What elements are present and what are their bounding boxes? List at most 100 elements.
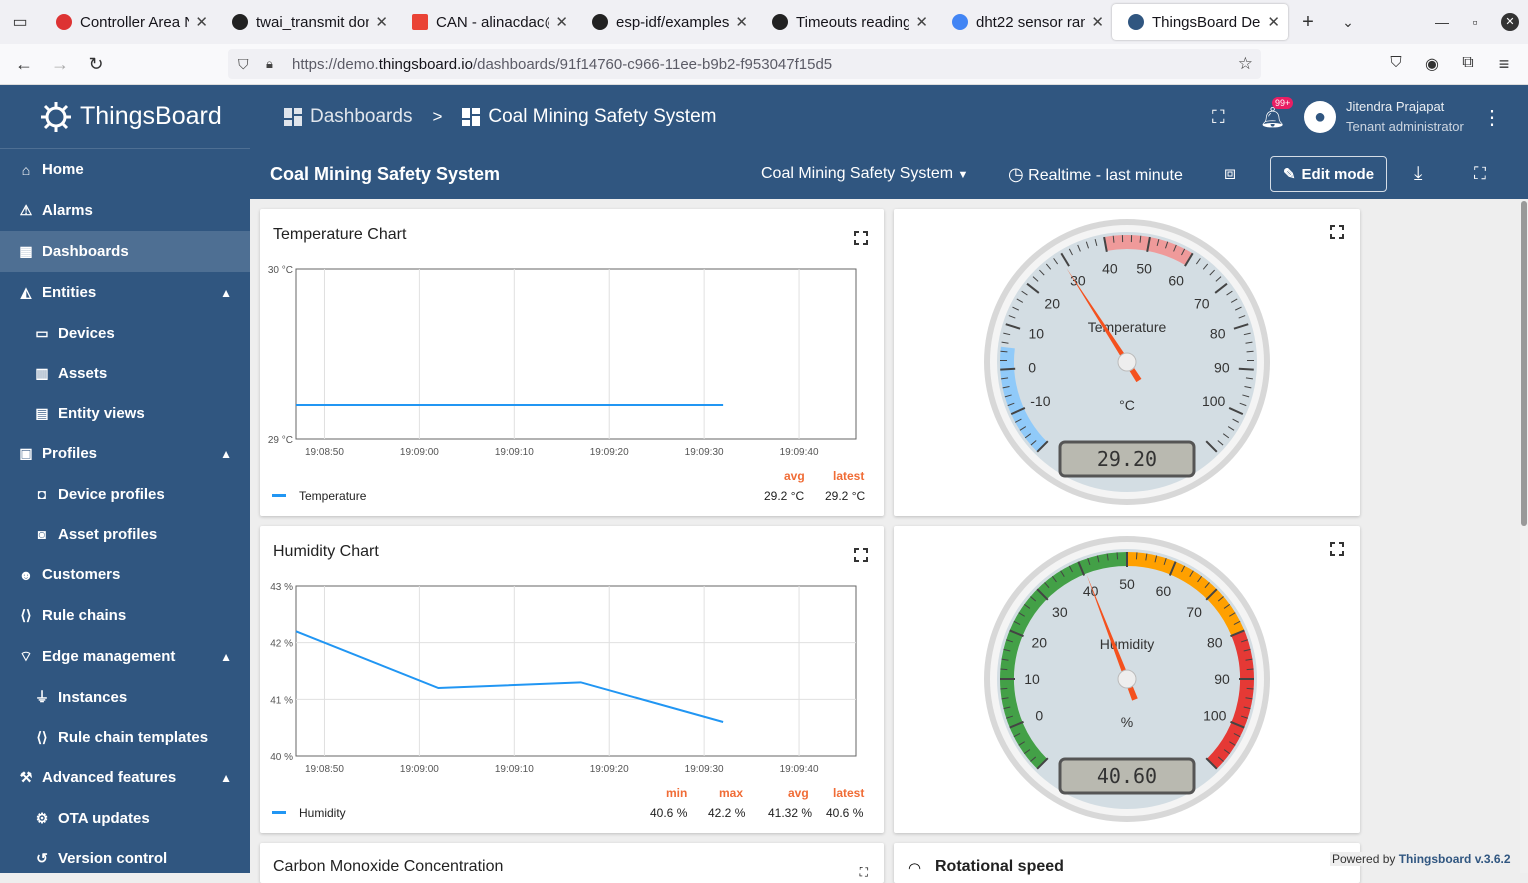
gauge-tick-label: 0 [1028,360,1036,376]
sidebar-item-edge-management[interactable]: ⌔Edge management▲ [0,636,250,677]
browser-tab[interactable]: CAN - alinacdac@g✕ [396,4,576,40]
reload-icon[interactable]: ↻ [84,54,108,75]
widget-fullscreen-icon[interactable] [1330,225,1344,239]
more-vert-icon[interactable]: ⋮ [1482,105,1502,130]
sidebar-item-home[interactable]: ⌂Home [0,149,250,190]
close-window-icon[interactable]: ✕ [1493,0,1527,44]
sidebar-item-entities[interactable]: ◭Entities▲ [0,272,250,313]
app-menu-icon[interactable]: ≡ [1492,54,1516,75]
sidebar-item-asset-profiles[interactable]: ◙Asset profiles [0,514,250,554]
breadcrumb-dashboards[interactable]: Dashboards [284,106,412,128]
scrollbar-thumb[interactable] [1521,201,1527,526]
sidebar-item-devices[interactable]: ▭Devices [0,313,250,353]
clock-icon: ◷ [1008,164,1024,184]
thingsboard-version-link[interactable]: Thingsboard v.3.6.2 [1399,852,1511,866]
sidebar-item-instances[interactable]: ⏚Instances [0,677,250,717]
browser-tab[interactable]: twai_transmit don✕ [216,4,396,40]
gauge-tick [1117,552,1118,559]
browser-tab-active[interactable]: ThingsBoard Dem✕ [1112,4,1288,40]
fullscreen-icon[interactable]: ⛶ [1474,164,1486,184]
x-tick-label: 19:09:40 [780,764,819,775]
close-tab-icon[interactable]: ✕ [555,13,568,31]
close-tab-icon[interactable]: ✕ [1267,13,1280,31]
close-tab-icon[interactable]: ✕ [1091,13,1104,31]
browser-tab-strip: ▭ Controller Area Ne✕ twai_transmit don✕… [0,0,1528,44]
state-select[interactable]: Coal Mining Safety System ▼ [761,165,968,183]
sidebar-item-alarms[interactable]: ⚠Alarms [0,190,250,231]
brand-name: ThingsBoard [80,102,222,131]
tab-list-icon[interactable]: ▭ [0,0,40,44]
browser-tab[interactable]: Controller Area Ne✕ [40,4,216,40]
sidebar-item-version-control[interactable]: ↺Version control [0,838,250,878]
browser-tab[interactable]: esp-idf/examples/✕ [576,4,756,40]
sidebar-item-ota-updates[interactable]: ⚙OTA updates [0,798,250,838]
google-favicon-icon [952,14,968,30]
widget-fullscreen-icon[interactable] [1330,542,1344,556]
gauge-tick-label: 90 [1214,360,1230,376]
sidebar-item-rule-chain-templates[interactable]: ⟨⟩Rule chain templates [0,717,250,757]
breadcrumb-current: Coal Mining Safety System [462,106,716,128]
forward-icon[interactable]: → [48,54,72,75]
gauge-tick-label: 0 [1035,707,1043,723]
maximize-icon[interactable]: ▫ [1458,0,1492,44]
widget-fullscreen-icon[interactable] [854,548,868,562]
y-tick-label: 29 °C [268,435,293,446]
notification-badge: 99+ [1272,97,1293,109]
logo[interactable]: ThingsBoard [0,85,250,149]
gauge-value: 29.20 [1097,447,1157,471]
close-tab-icon[interactable]: ✕ [915,13,928,31]
scrollbar[interactable] [1520,199,1528,873]
sidebar-item-customers[interactable]: ☻Customers [0,554,250,595]
user-role: Tenant administrator [1346,119,1464,134]
close-tab-icon[interactable]: ✕ [195,13,208,31]
extensions-icon[interactable]: ⧉ [1456,54,1480,72]
legend-header-max: max [719,786,743,800]
gauge-tick-label: 30 [1052,604,1068,620]
gauge-tick-label: 50 [1136,261,1152,277]
temperature-gauge: -100102030405060708090100Temperature°C29… [982,217,1272,507]
account-icon[interactable]: ◉ [1420,54,1444,74]
close-tab-icon[interactable]: ✕ [375,13,388,31]
plot-frame [296,586,856,756]
legend-value-max: 42.2 % [708,806,745,820]
timewindow-button[interactable]: ◷ Realtime - last minute [1008,164,1183,185]
image-export-icon[interactable]: ⧈ [1224,163,1236,185]
new-tab-button[interactable]: + [1288,11,1328,34]
address-field[interactable]: ⛉ 🔒︎ https://demo.thingsboard.io/dashboa… [228,49,1261,79]
gauge-needle-hub [1118,670,1136,688]
sidebar-item-assets[interactable]: ▥Assets [0,353,250,393]
pocket-icon[interactable]: ⛉ [1384,54,1408,71]
edit-mode-button[interactable]: ✎Edit mode [1270,156,1387,192]
x-tick-label: 19:09:20 [590,447,629,458]
sidebar-item-advanced-features[interactable]: ⚒Advanced features▲ [0,757,250,798]
browser-tab[interactable]: Timeouts reading✕ [756,4,936,40]
legend-value-latest: 40.6 % [826,806,863,820]
bookmark-star-icon[interactable]: ☆ [1238,54,1253,74]
x-tick-label: 19:09:10 [495,447,534,458]
x-tick-label: 19:09:20 [590,764,629,775]
fullscreen-icon[interactable]: ⛶ [1212,107,1225,128]
widget-fullscreen-icon[interactable] [854,231,868,245]
avatar[interactable]: ● [1304,101,1336,133]
sidebar-item-rule-chains[interactable]: ⟨⟩Rule chains [0,595,250,636]
x-tick-label: 19:09:00 [400,764,439,775]
download-icon[interactable]: ⤓ [1414,163,1422,185]
favicon-icon [56,14,72,30]
minimize-icon[interactable]: — [1425,0,1459,44]
sidebar-item-profiles[interactable]: ▣Profiles▲ [0,433,250,474]
tab-overflow-icon[interactable]: ⌄ [1328,14,1368,31]
sidebar-item-entity-views[interactable]: ▤Entity views [0,393,250,433]
gauge-tick [1247,669,1254,670]
sidebar-item-dashboards[interactable]: ▦Dashboards [0,231,250,272]
gauge-tick [1247,351,1254,352]
browser-tab[interactable]: dht22 sensor rang✕ [936,4,1112,40]
back-icon[interactable]: ← [12,54,36,75]
gauge-tick-label: 70 [1194,295,1210,311]
gauge-tick-label: 50 [1119,576,1135,592]
legend-value-avg: 29.2 °C [764,489,804,503]
url-bar: ← → ↻ ⛉ 🔒︎ https://demo.thingsboard.io/d… [0,44,1528,85]
customers-icon: ☻ [18,567,34,583]
sidebar-item-device-profiles[interactable]: ◘Device profiles [0,474,250,514]
close-tab-icon[interactable]: ✕ [735,13,748,31]
user-name: Jitendra Prajapat [1346,99,1444,114]
